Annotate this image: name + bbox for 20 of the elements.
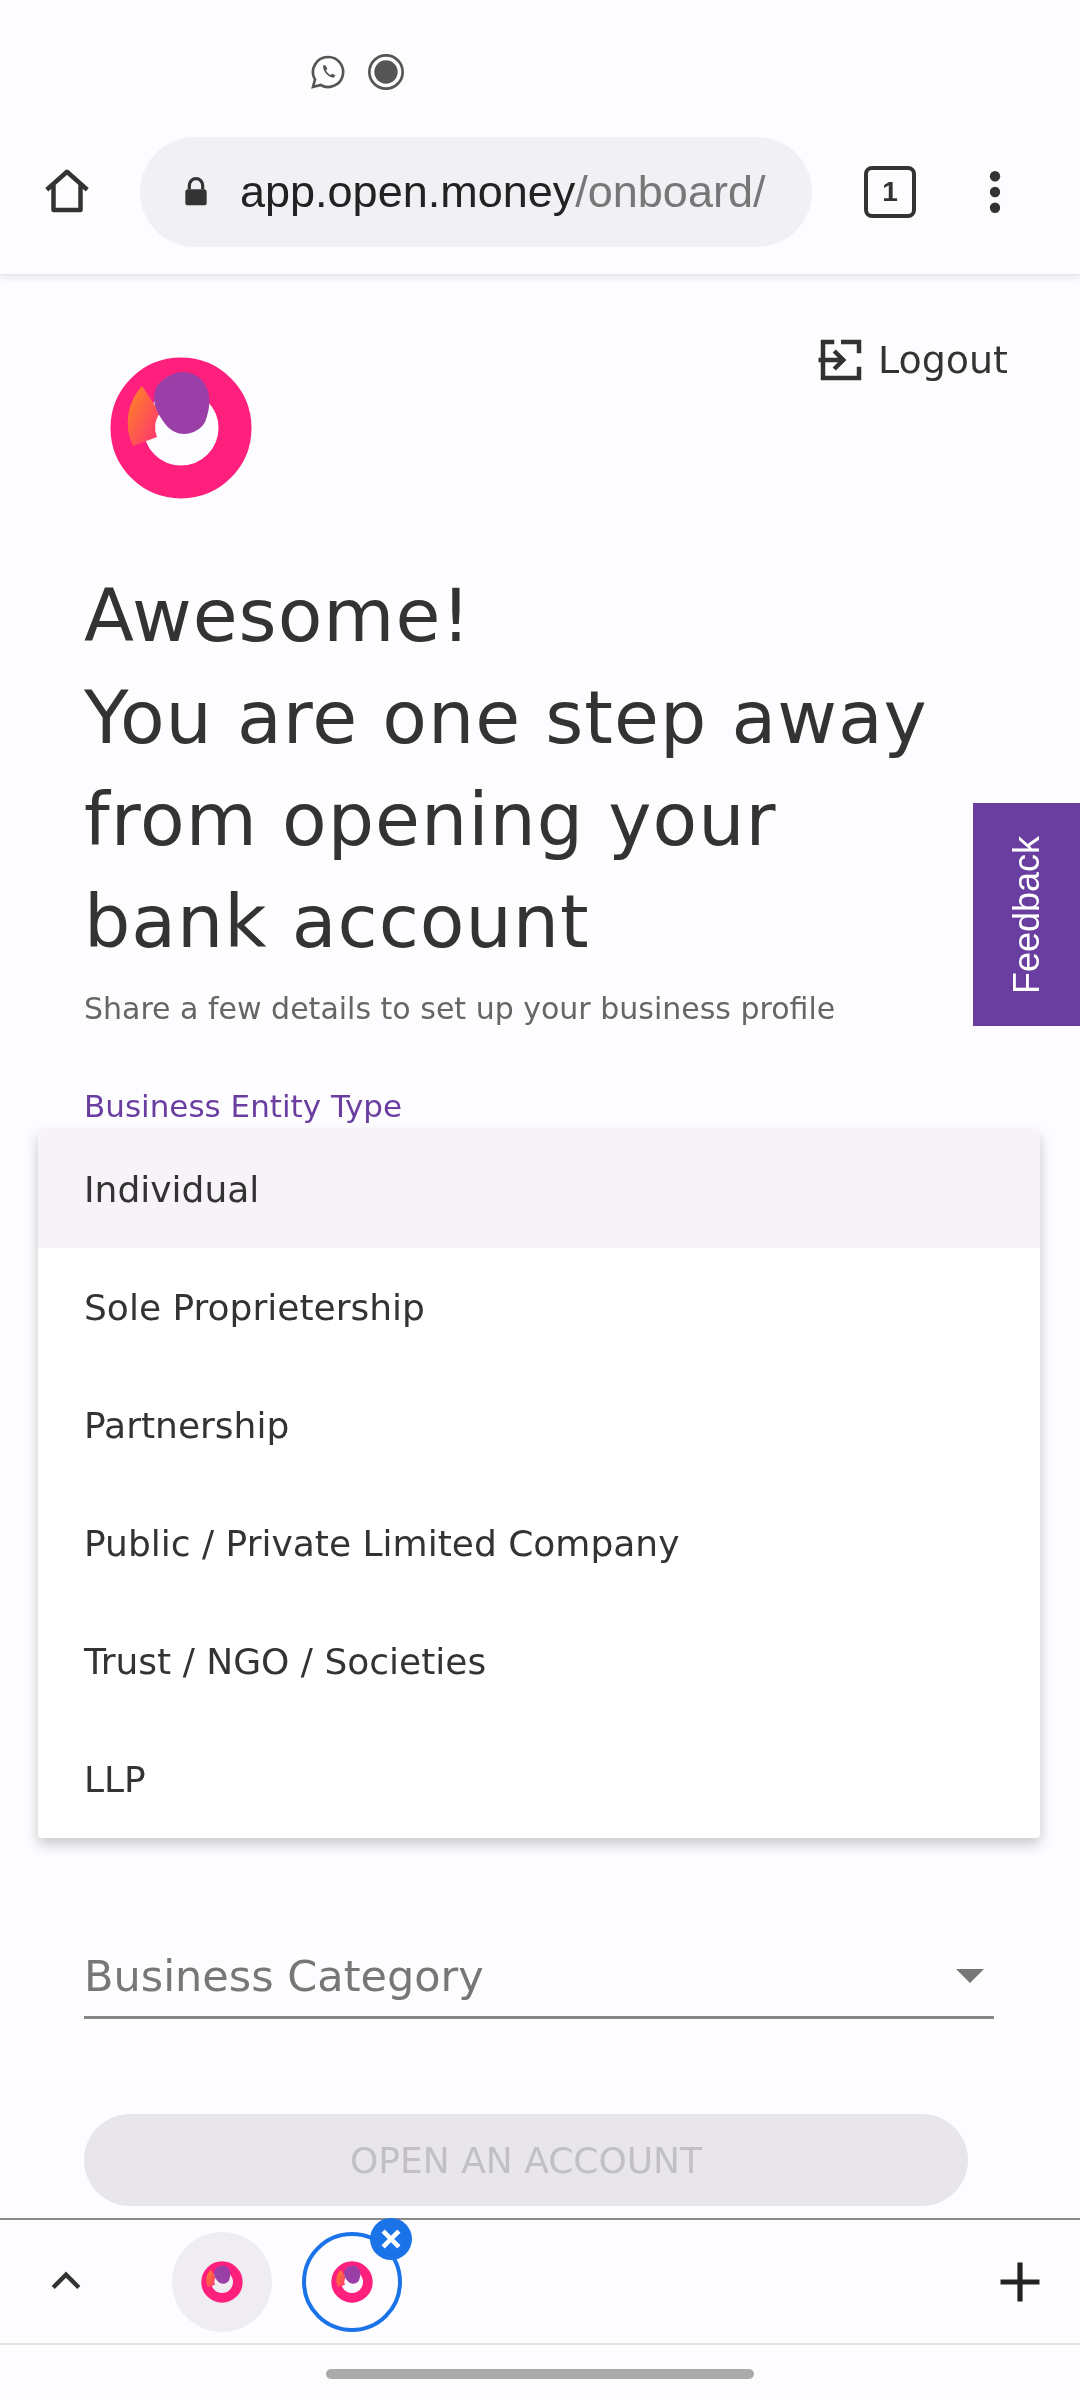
- url-text: app.open.money/onboard/: [240, 166, 766, 218]
- dropdown-option[interactable]: Individual: [38, 1130, 1040, 1248]
- field-label: Business Entity Type: [84, 1088, 404, 1124]
- logout-link[interactable]: Logout: [813, 333, 1008, 387]
- dropdown-option[interactable]: Partnership: [38, 1366, 1040, 1484]
- dropdown-option[interactable]: Trust / NGO / Societies: [38, 1602, 1040, 1720]
- record-icon: [366, 52, 406, 92]
- dropdown-option[interactable]: LLP: [38, 1720, 1040, 1838]
- logo-icon: [200, 2259, 244, 2304]
- subtitle: Share a few details to set up your business profile: [84, 991, 837, 1026]
- category-dropdown[interactable]: Business Category: [84, 1936, 994, 2019]
- address-bar[interactable]: app.open.money/onboard/: [140, 137, 812, 247]
- dropdown-option[interactable]: Sole Proprietership: [38, 1248, 1040, 1366]
- heading: Awesome! You are one step away from opening your bank account: [84, 572, 929, 966]
- dropdown-option[interactable]: Public / Private Limited Company: [38, 1484, 1040, 1602]
- logo-icon: [330, 2259, 374, 2304]
- caret-icon: [956, 1969, 984, 1983]
- feedback-tab[interactable]: Feedback: [973, 803, 1080, 1026]
- close-icon[interactable]: [370, 2217, 412, 2260]
- tab-count-button[interactable]: 1: [864, 166, 916, 218]
